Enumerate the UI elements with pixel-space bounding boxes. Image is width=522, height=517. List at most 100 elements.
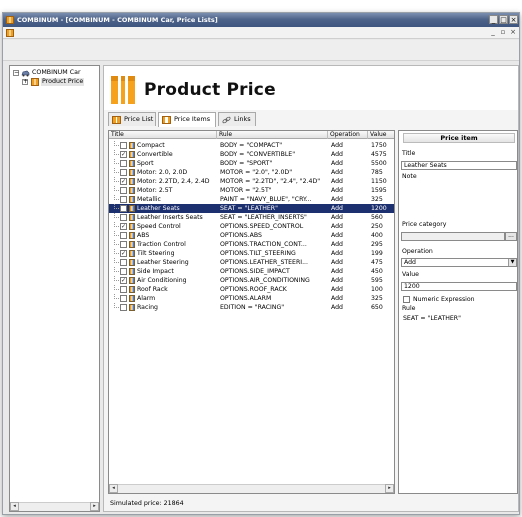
cell-value: 650 [371, 304, 383, 311]
cell-rule: EDITION = "RACING" [220, 304, 285, 311]
row-checkbox[interactable] [120, 259, 127, 266]
column-rule-header[interactable]: Rule [217, 131, 328, 139]
cell-value: 1150 [371, 178, 387, 185]
close-button[interactable]: × [509, 15, 518, 24]
row-checkbox[interactable]: ✓ [120, 223, 127, 230]
rule-field[interactable]: SEAT = "LEATHER" [401, 315, 517, 324]
title-bar[interactable]: COMBINUM - [COMBINUM - COMBINUM Car, Pri… [3, 13, 519, 27]
row-checkbox[interactable]: ✓ [120, 250, 127, 257]
table-row[interactable]: Racing EDITION = "RACING" Add 650 [109, 303, 394, 312]
child-minimize-button[interactable]: _ [489, 28, 497, 37]
row-checkbox[interactable] [120, 187, 127, 194]
table-row[interactable]: Leather Seats SEAT = "LEATHER" Add 1200 [109, 204, 394, 213]
price-item-icon [129, 160, 135, 167]
expand-toggle[interactable]: + [22, 79, 28, 85]
tab-price-items[interactable]: Price Items [158, 112, 216, 127]
table-row[interactable]: Metallic PAINT = "NAVY_BLUE", "CRY... Add 3… [109, 195, 394, 204]
scroll-right-icon[interactable]: ▸ [385, 484, 394, 493]
value-field[interactable]: 1200 [401, 282, 517, 291]
cell-operation: Add [331, 187, 343, 194]
tree-root-label[interactable]: COMBINUM Car [32, 69, 81, 77]
numeric-expression-checkbox[interactable] [403, 296, 410, 303]
column-operation-header[interactable]: Operation [328, 131, 368, 139]
collapse-toggle[interactable]: − [13, 70, 19, 76]
document-icon[interactable] [6, 29, 14, 37]
main-window: COMBINUM - [COMBINUM - COMBINUM Car, Pri… [2, 12, 520, 515]
row-checkbox[interactable] [120, 232, 127, 239]
row-checkbox[interactable] [120, 268, 127, 275]
row-checkbox[interactable] [120, 295, 127, 302]
table-row[interactable]: Traction Control OPTIONS.TRACTION_CONT...… [109, 240, 394, 249]
tab-price-list-label: Price List [124, 115, 154, 123]
minimize-button[interactable]: _ [489, 15, 498, 24]
price-category-browse-button[interactable]: ... [505, 232, 517, 241]
row-checkbox[interactable] [120, 142, 127, 149]
table-row[interactable]: ✓ Convertible BODY = "CONVERTIBLE" Add 4575 [109, 150, 394, 159]
row-checkbox[interactable] [120, 205, 127, 212]
table-row[interactable]: ✓ Air Conditioning OPTIONS.AIR_CONDITIONIN… [109, 276, 394, 285]
maximize-button[interactable]: □ [499, 15, 508, 24]
tree-connector [114, 267, 119, 272]
row-checkbox[interactable] [120, 214, 127, 221]
tree-connector [114, 159, 119, 164]
table-row[interactable]: Sport BODY = "SPORT" Add 5500 [109, 159, 394, 168]
row-checkbox[interactable]: ✓ [120, 277, 127, 284]
table-row[interactable]: Motor: 2.5T MOTOR = "2.5T" Add 1595 [109, 186, 394, 195]
cell-operation: Add [331, 277, 343, 284]
tree-horizontal-scrollbar[interactable]: ◂ ▸ [10, 502, 99, 511]
tab-links[interactable]: Links [218, 112, 256, 126]
table-row[interactable]: ABS OPTIONS.ABS Add 400 [109, 231, 394, 240]
price-item-icon [129, 187, 135, 194]
row-checkbox[interactable]: ✓ [120, 178, 127, 185]
scroll-left-icon[interactable]: ◂ [109, 484, 118, 493]
tab-price-list[interactable]: Price List [108, 112, 156, 126]
note-field[interactable] [401, 183, 517, 215]
row-checkbox[interactable] [120, 304, 127, 311]
title-field[interactable]: Leather Seats [401, 161, 517, 170]
operation-select[interactable]: Add ▼ [401, 258, 517, 267]
table-row[interactable]: Compact BODY = "COMPACT" Add 1750 [109, 141, 394, 150]
table-row[interactable]: ✓ Tilt Steering OPTIONS.TILT_STEERING Add 19… [109, 249, 394, 258]
row-checkbox[interactable] [120, 286, 127, 293]
cell-title: Sport [137, 160, 154, 167]
chevron-down-icon[interactable]: ▼ [508, 259, 516, 266]
row-checkbox[interactable] [120, 169, 127, 176]
table-row[interactable]: ✓ Motor: 2.2TD, 2.4, 2.4D MOTOR = "2.2TD",… [109, 177, 394, 186]
price-item-icon [129, 178, 135, 185]
table-row[interactable]: ✓ Speed Control OPTIONS.SPEED_CONTROL Add 25… [109, 222, 394, 231]
column-title-header[interactable]: Title [109, 131, 217, 139]
table-row[interactable]: Side Impact OPTIONS.SIDE_IMPACT Add 450 [109, 267, 394, 276]
scroll-left-icon[interactable]: ◂ [10, 502, 19, 511]
cell-value: 250 [371, 223, 383, 230]
note-label: Note [402, 173, 417, 180]
table-row[interactable]: Motor: 2.0, 2.0D MOTOR = "2.0", "2.0D" Add… [109, 168, 394, 177]
child-restore-button[interactable]: ▫ [499, 28, 507, 37]
cell-rule: OPTIONS.ROOF_RACK [220, 286, 287, 293]
cell-rule: BODY = "SPORT" [220, 160, 273, 167]
tree-connector [114, 303, 119, 308]
tree-child-label[interactable]: Product Price [41, 78, 85, 86]
table-row[interactable]: Leather Steering OPTIONS.LEATHER_STEERI..… [109, 258, 394, 267]
cell-title: Air Conditioning [137, 277, 187, 284]
grid-horizontal-scrollbar[interactable]: ◂ ▸ [109, 484, 394, 493]
price-item-icon [129, 268, 135, 275]
scroll-right-icon[interactable]: ▸ [90, 502, 99, 511]
cell-title: Motor: 2.0, 2.0D [137, 169, 188, 176]
table-row[interactable]: Leather Inserts Seats SEAT = "LEATHER_INS… [109, 213, 394, 222]
numeric-expression-label: Numeric Expression [413, 296, 475, 303]
row-checkbox[interactable] [120, 196, 127, 203]
cell-value: 785 [371, 169, 383, 176]
cell-operation: Add [331, 178, 343, 185]
child-close-button[interactable]: × [509, 28, 517, 37]
row-checkbox[interactable] [120, 241, 127, 248]
table-row[interactable]: Alarm OPTIONS.ALARM Add 325 [109, 294, 394, 303]
table-row[interactable]: Roof Rack OPTIONS.ROOF_RACK Add 100 [109, 285, 394, 294]
column-value-header[interactable]: Value [368, 131, 394, 139]
price-item-icon [129, 241, 135, 248]
rule-label: Rule [402, 305, 416, 312]
row-checkbox[interactable] [120, 160, 127, 167]
row-checkbox[interactable]: ✓ [120, 151, 127, 158]
price-item-icon [129, 223, 135, 230]
cell-rule: OPTIONS.ALARM [220, 295, 272, 302]
price-category-field[interactable] [401, 232, 505, 241]
